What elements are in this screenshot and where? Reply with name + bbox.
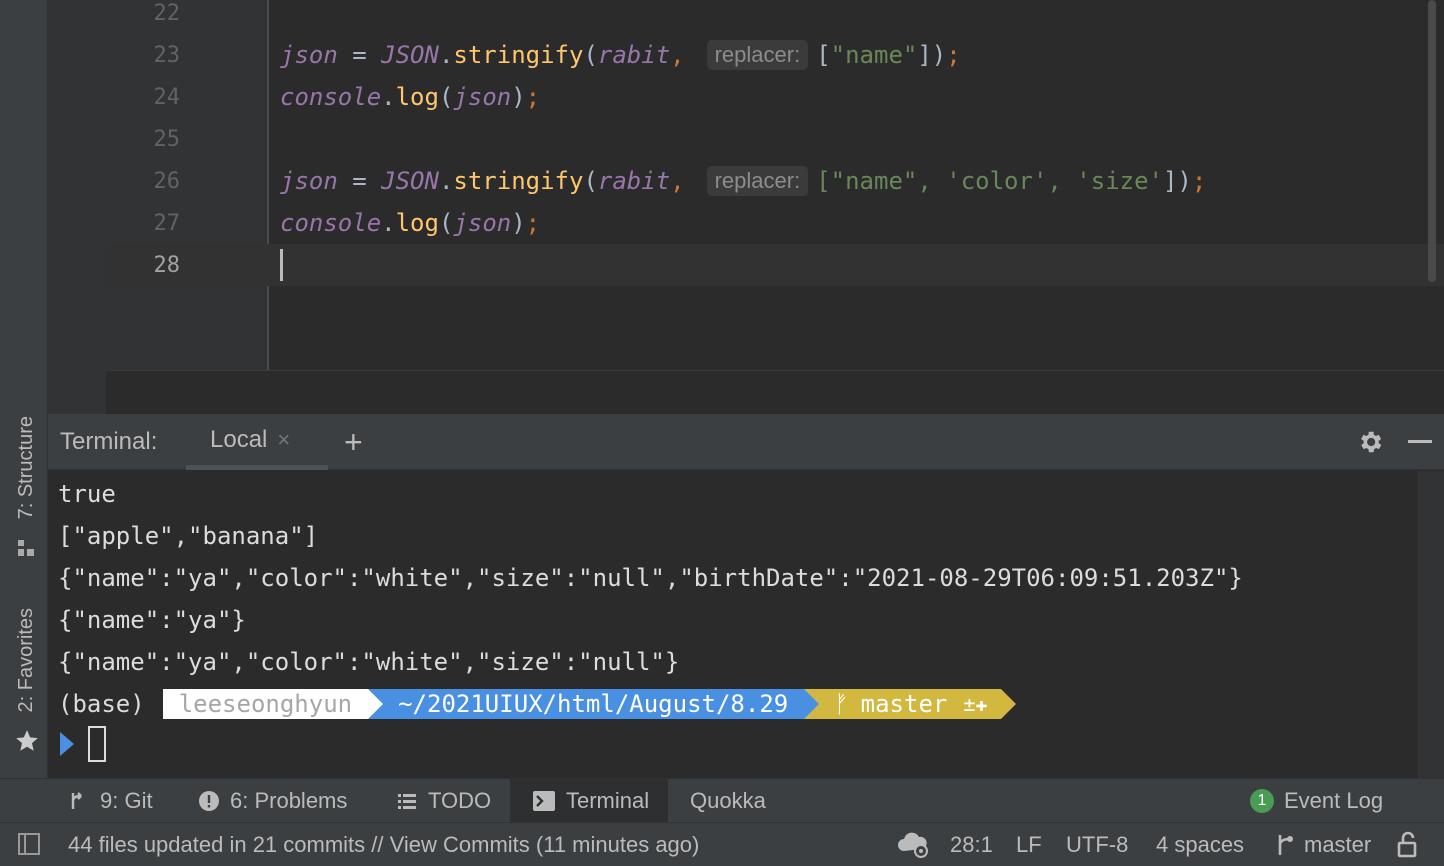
code-content: console. log(json); bbox=[280, 83, 541, 111]
terminal-output[interactable]: true ["apple","banana"] {"name":"ya","co… bbox=[48, 471, 1444, 778]
git-tool-button[interactable]: 9: Git bbox=[68, 779, 153, 823]
terminal-tool-button[interactable]: Terminal bbox=[510, 779, 668, 823]
minimize-icon[interactable] bbox=[1408, 440, 1432, 443]
warning-icon bbox=[199, 791, 219, 811]
cloud-settings-icon[interactable] bbox=[896, 829, 930, 859]
code-content: json = JSON.stringify(rabit,replacer:["n… bbox=[280, 166, 1207, 196]
prompt-arrow-icon bbox=[60, 732, 74, 756]
left-tool-strip: 7: Structure 2: Favorites bbox=[0, 0, 48, 778]
terminal-prompt: (base) leeseonghyun ~/2021UIUX/html/Augu… bbox=[58, 683, 1017, 725]
editor-footer bbox=[106, 370, 1444, 414]
indent-setting[interactable]: 4 spaces bbox=[1156, 832, 1244, 858]
terminal-header: Terminal: Local × + bbox=[48, 414, 1444, 470]
conda-env: (base) bbox=[58, 690, 145, 718]
add-terminal-button[interactable]: + bbox=[344, 424, 363, 461]
prompt-path-segment: ~/2021UIUX/html/August/8.29 bbox=[368, 689, 820, 719]
structure-tab-label: 7: Structure bbox=[14, 416, 37, 520]
gear-icon[interactable] bbox=[1356, 428, 1384, 456]
event-log-badge: 1 bbox=[1250, 789, 1274, 813]
terminal-scrollbar[interactable] bbox=[1418, 471, 1444, 778]
code-line[interactable]: 26 json = JSON. stringify(rabit, replacer:… bbox=[106, 160, 1444, 202]
status-message[interactable]: 44 files updated in 21 commits // View C… bbox=[68, 832, 699, 858]
terminal-tool-label: Terminal bbox=[566, 788, 650, 813]
structure-tab[interactable]: 7: Structure bbox=[8, 408, 44, 528]
quokka-tool-label: Quokka bbox=[690, 788, 766, 813]
line-number: 23 bbox=[153, 42, 181, 68]
file-encoding[interactable]: UTF-8 bbox=[1066, 832, 1128, 858]
event-log-label: Event Log bbox=[1284, 788, 1384, 813]
git-tool-label: 9: Git bbox=[100, 788, 153, 813]
line-number: 28 bbox=[153, 252, 181, 278]
code-line[interactable]: 22 bbox=[106, 0, 1444, 34]
terminal-input-line[interactable] bbox=[58, 723, 106, 765]
prompt-user-segment: leeseonghyun bbox=[162, 689, 384, 719]
close-icon[interactable]: × bbox=[277, 427, 290, 453]
favorites-tab-label: 2: Favorites bbox=[14, 607, 37, 713]
todo-tool-label: TODO bbox=[428, 788, 492, 813]
git-branch-icon bbox=[71, 792, 82, 809]
line-separator[interactable]: LF bbox=[1016, 832, 1042, 858]
vcs-branch-icon bbox=[1278, 835, 1293, 855]
tool-window-bar: 9: Git 6: Problems TODO Terminal Quokka … bbox=[0, 778, 1444, 823]
code-content: console. log(json); bbox=[280, 209, 541, 237]
terminal-line: {"name":"ya","color":"white","size":"nul… bbox=[58, 564, 1243, 592]
prompt-git-segment: ᚠ master ±✚ bbox=[804, 689, 1017, 719]
terminal-line: true bbox=[58, 480, 116, 508]
code-line-current[interactable]: 28 bbox=[106, 244, 1444, 286]
code-line[interactable]: 23 json = JSON. stringify(rabit, replacer:… bbox=[106, 34, 1444, 76]
code-content bbox=[280, 249, 283, 281]
code-content: json = JSON.stringify(rabit,replacer:["n… bbox=[280, 40, 961, 70]
structure-icon bbox=[18, 540, 34, 556]
cursor-position[interactable]: 28:1 bbox=[950, 832, 993, 858]
star-icon bbox=[16, 730, 38, 751]
terminal-icon bbox=[533, 791, 555, 811]
terminal-tab-local[interactable]: Local × bbox=[186, 414, 328, 470]
quokka-tool-button[interactable]: Quokka bbox=[690, 779, 766, 823]
line-number: 22 bbox=[153, 0, 181, 26]
vcs-branch[interactable]: master bbox=[1304, 832, 1371, 858]
parameter-hint: replacer: bbox=[706, 166, 809, 196]
unlock-icon[interactable] bbox=[1396, 831, 1420, 859]
terminal-cursor bbox=[88, 726, 106, 762]
branch-icon: ᚠ bbox=[834, 690, 849, 718]
code-editor[interactable]: 22 23 json = JSON. stringify(rabit, replac… bbox=[48, 0, 1444, 414]
terminal-tab-label: Local bbox=[210, 425, 268, 453]
list-icon bbox=[398, 794, 416, 809]
terminal-line: ["apple","banana"] bbox=[58, 522, 319, 550]
problems-tool-label: 6: Problems bbox=[230, 788, 348, 813]
line-number: 26 bbox=[153, 168, 181, 194]
todo-tool-button[interactable]: TODO bbox=[396, 779, 491, 823]
editor-gutter-strip bbox=[48, 0, 106, 414]
problems-tool-button[interactable]: 6: Problems bbox=[198, 779, 347, 823]
terminal-line: {"name":"ya"} bbox=[58, 606, 246, 634]
parameter-hint: replacer: bbox=[706, 40, 809, 70]
terminal-line: {"name":"ya","color":"white","size":"nul… bbox=[58, 648, 680, 676]
status-bar: 44 files updated in 21 commits // View C… bbox=[0, 822, 1444, 866]
terminal-title: Terminal: bbox=[60, 428, 158, 455]
line-number: 24 bbox=[153, 84, 181, 110]
text-caret bbox=[280, 249, 283, 281]
code-line[interactable]: 27 console. log(json); bbox=[106, 202, 1444, 244]
code-line[interactable]: 24 console. log(json); bbox=[106, 76, 1444, 118]
line-number: 25 bbox=[153, 126, 181, 152]
toggle-panels-icon[interactable] bbox=[18, 833, 40, 855]
line-number: 27 bbox=[153, 210, 181, 236]
event-log-button[interactable]: 1 Event Log bbox=[1250, 779, 1383, 823]
favorites-tab[interactable]: 2: Favorites bbox=[8, 600, 44, 720]
code-line[interactable]: 25 bbox=[106, 118, 1444, 160]
editor-scrollbar[interactable] bbox=[1428, 0, 1436, 282]
